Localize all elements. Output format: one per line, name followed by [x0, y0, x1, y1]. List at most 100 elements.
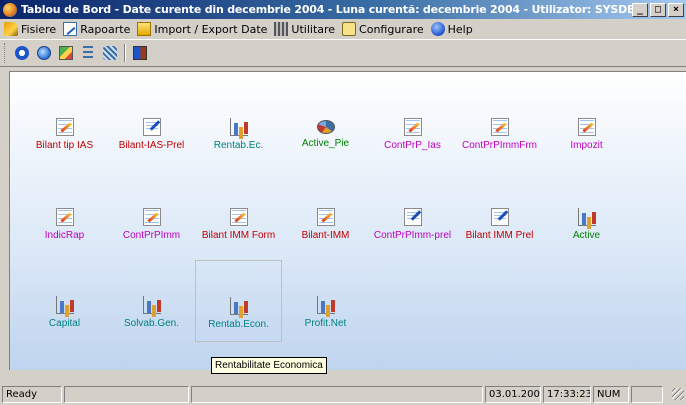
tools-icon — [274, 22, 289, 36]
info-button[interactable] — [13, 44, 31, 62]
minimize-button[interactable]: _ — [632, 2, 648, 17]
toolbar — [0, 39, 686, 67]
menu-label: Fisiere — [21, 22, 57, 36]
dashboard-tile[interactable]: Active — [543, 172, 630, 254]
tile-label: Bilant-IAS-Prel — [118, 140, 185, 151]
toolbar-separator — [124, 44, 126, 62]
dashboard-tile[interactable]: Impozit — [543, 82, 630, 164]
chart-icon — [59, 46, 73, 60]
report-icon — [55, 118, 74, 136]
tile-label: ContPrPImmFrm — [462, 140, 537, 151]
report-icon — [316, 208, 335, 226]
menu-import-export[interactable]: Import / Export Date — [135, 20, 272, 38]
status-num: NUM — [593, 385, 629, 403]
status-bar: Ready 03.01.2004 17:33:23 NUM — [0, 383, 686, 405]
tile-label: Rentab.Econ. — [208, 319, 269, 330]
toolbar-grip[interactable] — [4, 43, 7, 63]
dashboard-tile[interactable]: Rentab.Econ. — [195, 260, 282, 342]
app-icon — [3, 2, 17, 17]
dashboard-tile[interactable]: Bilant tip IAS — [21, 82, 108, 164]
folder-icon — [4, 22, 18, 36]
tile-label: Active_Pie — [301, 138, 350, 149]
close-button[interactable]: × — [668, 2, 684, 17]
dashboard-tile[interactable]: ContPrPImmFrm — [456, 82, 543, 164]
menu-label: Configurare — [359, 22, 424, 36]
edit-icon — [490, 208, 509, 226]
tile-label: ContPrP_Ias — [384, 140, 441, 151]
report-icon — [490, 118, 509, 136]
dashboard-tile[interactable]: IndicRap — [21, 172, 108, 254]
dashboard-tile[interactable]: ContPrPImm — [108, 172, 195, 254]
tile-label: ContPrPImm-prel — [373, 230, 452, 241]
grid-icon — [103, 46, 117, 60]
menu-rapoarte[interactable]: Rapoarte — [61, 20, 135, 38]
tile-label: IndicRap — [44, 230, 85, 241]
status-panel-empty-1 — [64, 385, 189, 403]
dashboard-tile[interactable]: Active_Pie — [282, 82, 369, 164]
dashboard-tile[interactable]: Profit.Net — [282, 260, 369, 342]
exit-button[interactable] — [131, 44, 149, 62]
import-export-icon — [137, 22, 152, 36]
bars-icon — [316, 296, 335, 314]
help-icon — [430, 22, 445, 36]
window-title: Tablou de Bord - Date curente din decemb… — [21, 3, 632, 16]
edit-icon — [403, 208, 422, 226]
tile-label: Impozit — [570, 140, 603, 151]
edit-icon — [142, 118, 161, 136]
tile-label: Rentab.Ec. — [213, 140, 264, 151]
dashboard-tile[interactable]: Solvab.Gen. — [108, 260, 195, 342]
bars-icon — [577, 208, 596, 226]
left-dock-strip — [0, 71, 9, 370]
grid-button[interactable] — [101, 44, 119, 62]
configure-icon — [342, 22, 357, 36]
info-icon — [15, 46, 29, 60]
status-date: 03.01.2004 — [485, 385, 541, 403]
menu-label: Rapoarte — [80, 22, 131, 36]
menu-label: Import / Export Date — [154, 22, 268, 36]
bars-icon — [229, 297, 248, 315]
tile-label: ContPrPImm — [122, 230, 181, 241]
menu-bar: Fisiere Rapoarte Import / Export Date Ut… — [0, 19, 686, 39]
menu-help[interactable]: Help — [429, 20, 478, 38]
tile-label: Bilant IMM Prel — [465, 230, 534, 241]
dashboard-tile[interactable]: Bilant-IAS-Prel — [108, 82, 195, 164]
dashboard-tile[interactable]: ContPrP_Ias — [369, 82, 456, 164]
menu-utilitare[interactable]: Utilitare — [272, 20, 340, 38]
tile-label: Solvab.Gen. — [123, 318, 180, 329]
exit-icon — [133, 46, 147, 60]
tile-label: Bilant tip IAS — [35, 140, 94, 151]
status-panel-empty-2 — [191, 385, 483, 403]
status-time: 17:33:23 — [543, 385, 591, 403]
report-icon — [63, 22, 78, 36]
title-bar: Tablou de Bord - Date curente din decemb… — [0, 0, 686, 19]
dashboard-tile[interactable]: Bilant IMM Form — [195, 172, 282, 254]
status-panel-empty-3 — [631, 385, 663, 403]
menu-label: Utilitare — [291, 22, 336, 36]
report-icon — [403, 118, 422, 136]
globe-icon — [37, 46, 51, 60]
tile-label: Profit.Net — [304, 318, 347, 329]
dashboard-tile[interactable]: Bilant-IMM — [282, 172, 369, 254]
dashboard-tile[interactable]: Bilant IMM Prel — [456, 172, 543, 254]
dashboard-tile[interactable]: ContPrPImm-prel — [369, 172, 456, 254]
chart-button[interactable] — [57, 44, 75, 62]
pie-icon — [316, 120, 335, 134]
menu-fisiere[interactable]: Fisiere — [2, 20, 61, 38]
report-icon — [142, 208, 161, 226]
dashboard-tile[interactable]: Rentab.Ec. — [195, 82, 282, 164]
maximize-button[interactable]: □ — [650, 2, 666, 17]
report-icon — [577, 118, 596, 136]
globe-button[interactable] — [35, 44, 53, 62]
tile-label: Active — [572, 230, 601, 241]
resize-grip[interactable] — [672, 388, 684, 400]
dashboard-workspace: Bilant tip IAS Bilant-IAS-Prel Rentab.Ec. A… — [9, 71, 686, 370]
tile-label: Bilant IMM Form — [201, 230, 276, 241]
window-controls: _ □ × — [632, 2, 684, 17]
bars-icon — [55, 296, 74, 314]
tile-label: Capital — [48, 318, 81, 329]
tree-button[interactable] — [79, 44, 97, 62]
status-state: Ready — [2, 385, 62, 403]
menu-configurare[interactable]: Configurare — [340, 20, 429, 38]
dashboard-tile[interactable]: Capital — [21, 260, 108, 342]
report-icon — [229, 208, 248, 226]
